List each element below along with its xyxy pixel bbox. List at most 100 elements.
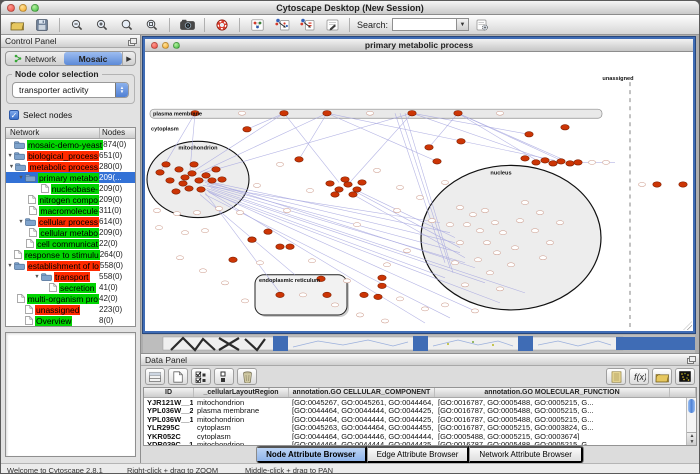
table-cell[interactable]: mitochondrion bbox=[194, 415, 289, 424]
close-button[interactable] bbox=[151, 42, 158, 49]
network-node-label[interactable] bbox=[343, 279, 350, 283]
network-node[interactable] bbox=[344, 182, 352, 187]
tree-row[interactable]: ▼metabolic process280(0) bbox=[6, 161, 135, 172]
network-node-label[interactable] bbox=[521, 201, 528, 205]
network-node[interactable] bbox=[653, 182, 661, 187]
tab-mosaic[interactable]: Mosaic bbox=[64, 52, 122, 65]
network-node[interactable] bbox=[175, 167, 183, 172]
network-node[interactable] bbox=[276, 292, 284, 297]
network-node-label[interactable] bbox=[331, 303, 338, 307]
network-node[interactable] bbox=[208, 178, 216, 183]
network-node-label[interactable] bbox=[306, 188, 313, 192]
network-node[interactable] bbox=[549, 161, 557, 166]
table-cell[interactable]: YKR052C bbox=[144, 432, 194, 441]
table-row[interactable]: YPL036W__2plasma membrane[GO:0044464, GO… bbox=[144, 406, 696, 415]
network-node[interactable] bbox=[188, 171, 196, 176]
network-node[interactable] bbox=[566, 161, 574, 166]
network-node[interactable] bbox=[525, 132, 533, 137]
network-node-label[interactable] bbox=[638, 182, 645, 186]
network-edge[interactable] bbox=[200, 195, 295, 275]
network-node-label[interactable] bbox=[373, 168, 380, 172]
table-cell[interactable]: plasma membrane bbox=[194, 406, 289, 415]
float-panel-icon[interactable] bbox=[128, 38, 136, 45]
delete-attribute-button[interactable] bbox=[237, 368, 257, 385]
network-node-label[interactable] bbox=[199, 269, 206, 273]
table-cell[interactable]: cytoplasm bbox=[194, 423, 289, 432]
network-node-label[interactable] bbox=[471, 309, 478, 313]
network-node-label[interactable] bbox=[481, 209, 488, 213]
tree-row[interactable]: cellular metabo209(0) bbox=[6, 227, 135, 238]
network-node-label[interactable] bbox=[463, 223, 470, 227]
network-node-label[interactable] bbox=[428, 219, 435, 223]
network-edge[interactable] bbox=[203, 180, 450, 232]
network-node[interactable] bbox=[185, 186, 193, 191]
table-cell[interactable]: [GO:0044464, GO:0044444, GO:0044425, G..… bbox=[289, 406, 435, 415]
network-node[interactable] bbox=[276, 244, 284, 249]
network-node-label[interactable] bbox=[215, 207, 222, 211]
network-node[interactable] bbox=[378, 283, 386, 288]
table-row[interactable]: YLR295Ccytoplasm[GO:0045263, GO:0044464,… bbox=[144, 423, 696, 432]
network-node-label[interactable] bbox=[173, 212, 180, 216]
table-cell[interactable]: YLR295C bbox=[144, 423, 194, 432]
network-node-label[interactable] bbox=[496, 287, 503, 291]
network-node-label[interactable] bbox=[446, 223, 453, 227]
save-button[interactable] bbox=[30, 16, 54, 34]
network-overview-button[interactable] bbox=[245, 16, 269, 34]
network-node-label[interactable] bbox=[241, 299, 248, 303]
network-edge[interactable] bbox=[299, 113, 327, 159]
tree-row[interactable]: multi-organism pro42(0) bbox=[6, 293, 135, 304]
table-cell[interactable]: [GO:0016787, GO:0005488, GO:0005215, G..… bbox=[435, 406, 670, 415]
network-edge[interactable] bbox=[458, 113, 535, 159]
network-node-label[interactable] bbox=[507, 263, 514, 267]
network-node-label[interactable] bbox=[193, 211, 200, 215]
network-node-label[interactable] bbox=[536, 211, 543, 215]
network-node-label[interactable] bbox=[539, 256, 546, 260]
network-edge[interactable] bbox=[284, 113, 339, 182]
unselect-attributes-button[interactable] bbox=[214, 368, 234, 385]
network-node[interactable] bbox=[532, 160, 540, 165]
tree-row[interactable]: ▼biological_process651(0) bbox=[6, 150, 135, 161]
network-node-label[interactable] bbox=[486, 271, 493, 275]
network-canvas[interactable]: plasma membranecytoplasmmitochondrionnuc… bbox=[145, 52, 693, 331]
table-cell[interactable]: [GO:0044464, GO:0044444, GO:0044425, G..… bbox=[289, 440, 435, 446]
app-title-bar[interactable]: Cytoscape Desktop (New Session) bbox=[1, 1, 699, 15]
network-node[interactable] bbox=[243, 127, 251, 132]
network-node-label[interactable] bbox=[393, 209, 400, 213]
network-node[interactable] bbox=[408, 111, 416, 116]
import-attribute-file-button[interactable] bbox=[652, 368, 672, 385]
network-node-label[interactable] bbox=[499, 231, 506, 235]
minimize-button[interactable] bbox=[19, 4, 27, 12]
network-node-label[interactable] bbox=[238, 111, 245, 115]
network-node[interactable] bbox=[360, 292, 368, 297]
network-node-label[interactable] bbox=[451, 261, 458, 265]
open-button[interactable] bbox=[5, 16, 29, 34]
network-node[interactable] bbox=[172, 189, 180, 194]
function-builder-button[interactable]: f(x) bbox=[629, 368, 649, 385]
network-node[interactable] bbox=[190, 162, 198, 167]
network-node-label[interactable] bbox=[396, 297, 403, 301]
minimize-button[interactable] bbox=[162, 42, 169, 49]
network-node[interactable] bbox=[335, 187, 343, 192]
network-node[interactable] bbox=[358, 180, 366, 185]
network-node-label[interactable] bbox=[531, 229, 538, 233]
network-node[interactable] bbox=[353, 187, 361, 192]
tree-row[interactable]: ▼cellular process614(0) bbox=[6, 216, 135, 227]
tree-row[interactable]: ▼transport558(0) bbox=[6, 271, 135, 282]
network-node[interactable] bbox=[521, 156, 529, 161]
tab-node-attribute-browser[interactable]: Node Attribute Browser bbox=[257, 446, 367, 463]
network-node-label[interactable] bbox=[176, 256, 183, 260]
network-node-label[interactable] bbox=[556, 221, 563, 225]
network-edge[interactable] bbox=[327, 113, 555, 160]
column-header[interactable]: annotation.GO MOLECULAR_FUNCTION bbox=[435, 388, 670, 397]
network-node-label[interactable] bbox=[276, 162, 283, 166]
table-cell[interactable]: [GO:0005488, GO:0005215, GO:0003674] bbox=[435, 432, 670, 441]
table-cell[interactable]: [GO:0016787, GO:0005488, GO:0005215, G..… bbox=[435, 415, 670, 424]
network-node-label[interactable] bbox=[308, 259, 315, 263]
table-row[interactable]: YDR039C__1mitochondrion[GO:0044464, GO:0… bbox=[144, 440, 696, 446]
network-node-label[interactable] bbox=[253, 183, 260, 187]
network-node[interactable] bbox=[195, 178, 203, 183]
table-cell[interactable]: [GO:0016787, GO:0005488, GO:0005215, G..… bbox=[435, 440, 670, 446]
tree-row[interactable]: ▼establishment of lo558(0) bbox=[6, 260, 135, 271]
tree-row[interactable]: response to stimulu264(0) bbox=[6, 249, 135, 260]
expander-icon[interactable]: ▼ bbox=[6, 153, 14, 159]
